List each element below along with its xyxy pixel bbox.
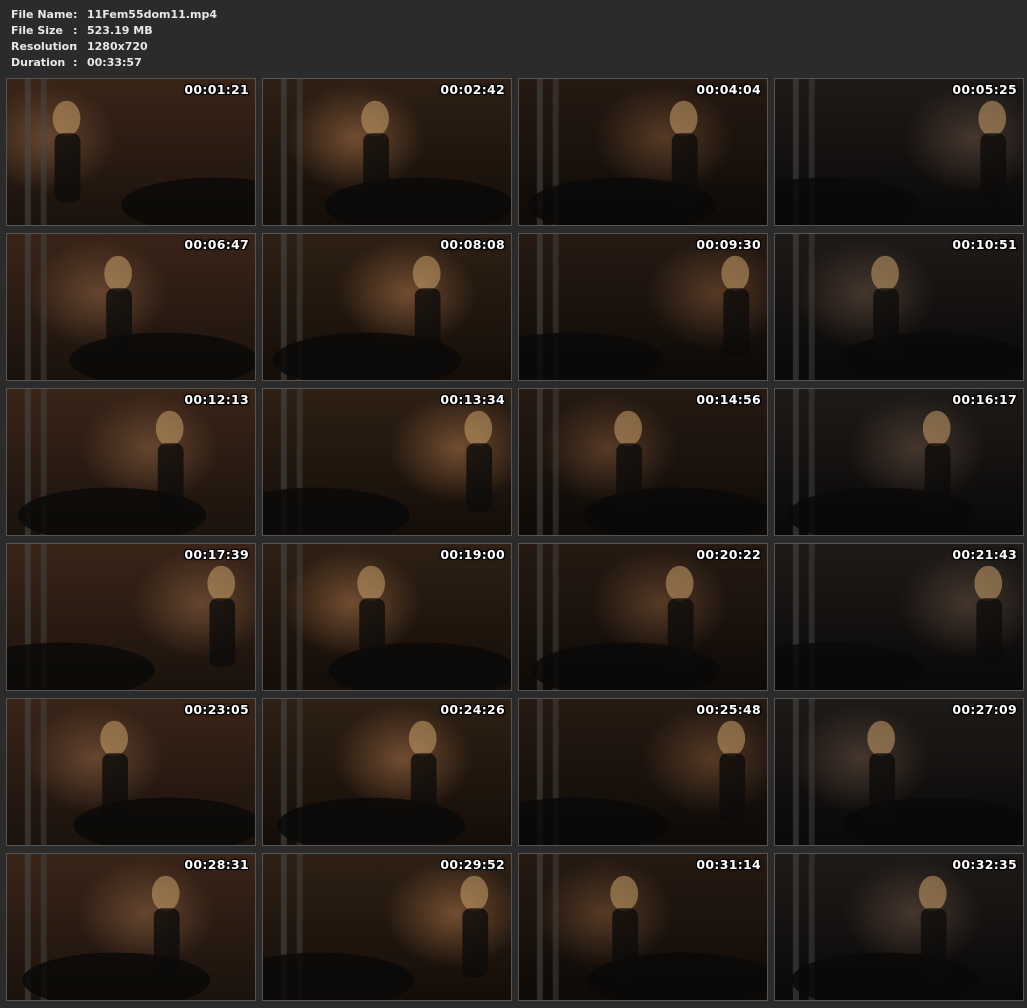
resolution-label: Resolution xyxy=(11,40,78,53)
thumbnail-image xyxy=(775,544,1023,690)
thumbnail-image xyxy=(775,699,1023,845)
thumbnail[interactable]: 00:19:00 xyxy=(262,543,512,691)
thumbnail-timestamp: 00:12:13 xyxy=(184,392,249,407)
thumbnail-timestamp: 00:08:08 xyxy=(440,237,505,252)
duration-label: Duration xyxy=(11,56,66,69)
thumbnail-timestamp: 00:05:25 xyxy=(952,82,1017,97)
thumbnail-timestamp: 00:31:14 xyxy=(696,857,761,872)
thumbnail-timestamp: 00:27:09 xyxy=(952,702,1017,717)
thumbnail[interactable]: 00:14:56 xyxy=(518,388,768,536)
thumbnail-timestamp: 00:29:52 xyxy=(440,857,505,872)
thumbnail-timestamp: 00:23:05 xyxy=(184,702,249,717)
thumbnail-image xyxy=(775,234,1023,380)
thumbnail-image xyxy=(775,389,1023,535)
duration-separator: : xyxy=(73,56,78,69)
thumbnail-timestamp: 00:13:34 xyxy=(440,392,505,407)
thumbnail-image xyxy=(263,544,511,690)
thumbnail-timestamp: 00:01:21 xyxy=(184,82,249,97)
thumbnail-timestamp: 00:19:00 xyxy=(440,547,505,562)
thumbnail-image xyxy=(775,79,1023,225)
thumbnail-image xyxy=(7,544,255,690)
thumbnail[interactable]: 00:32:35 xyxy=(774,853,1024,1001)
thumbnail-timestamp: 00:02:42 xyxy=(440,82,505,97)
thumbnail[interactable]: 00:29:52 xyxy=(262,853,512,1001)
thumbnail[interactable]: 00:05:25 xyxy=(774,78,1024,226)
thumbnail[interactable]: 00:06:47 xyxy=(6,233,256,381)
file-size-row: File Size : 523.19 MB xyxy=(11,23,217,39)
thumbnail-image xyxy=(519,234,767,380)
thumbnail[interactable]: 00:31:14 xyxy=(518,853,768,1001)
thumbnail-image xyxy=(263,854,511,1000)
thumbnail[interactable]: 00:25:48 xyxy=(518,698,768,846)
thumbnail-image xyxy=(519,854,767,1000)
file-name-separator: : xyxy=(73,8,78,21)
resolution-separator: : xyxy=(73,40,78,53)
thumbnail-image xyxy=(7,854,255,1000)
thumbnail-image xyxy=(263,79,511,225)
thumbnail-timestamp: 00:16:17 xyxy=(952,392,1017,407)
thumbnail-image xyxy=(519,544,767,690)
thumbnail-image xyxy=(7,699,255,845)
thumbnail-timestamp: 00:20:22 xyxy=(696,547,761,562)
thumbnail[interactable]: 00:16:17 xyxy=(774,388,1024,536)
thumbnail[interactable]: 00:23:05 xyxy=(6,698,256,846)
thumbnail-timestamp: 00:25:48 xyxy=(696,702,761,717)
thumbnail-image xyxy=(519,389,767,535)
thumbnail[interactable]: 00:12:13 xyxy=(6,388,256,536)
thumbnail-timestamp: 00:14:56 xyxy=(696,392,761,407)
resolution-value: 1280x720 xyxy=(87,40,148,53)
thumbnail[interactable]: 00:10:51 xyxy=(774,233,1024,381)
file-info-panel: File Name : 11Fem55dom11.mp4 File Size :… xyxy=(11,7,217,71)
thumbnail[interactable]: 00:01:21 xyxy=(6,78,256,226)
file-name-value: 11Fem55dom11.mp4 xyxy=(87,8,217,21)
thumbnail-timestamp: 00:21:43 xyxy=(952,547,1017,562)
thumbnail[interactable]: 00:24:26 xyxy=(262,698,512,846)
thumbnail-timestamp: 00:10:51 xyxy=(952,237,1017,252)
thumbnail-image xyxy=(775,854,1023,1000)
thumbnail-timestamp: 00:17:39 xyxy=(184,547,249,562)
file-size-value: 523.19 MB xyxy=(87,24,153,37)
thumbnail[interactable]: 00:09:30 xyxy=(518,233,768,381)
thumbnail[interactable]: 00:04:04 xyxy=(518,78,768,226)
thumbnail-image xyxy=(519,699,767,845)
file-name-label: File Name xyxy=(11,8,73,21)
thumbnail[interactable]: 00:02:42 xyxy=(262,78,512,226)
thumbnail[interactable]: 00:20:22 xyxy=(518,543,768,691)
thumbnail[interactable]: 00:28:31 xyxy=(6,853,256,1001)
thumbnail[interactable]: 00:08:08 xyxy=(262,233,512,381)
thumbnail[interactable]: 00:27:09 xyxy=(774,698,1024,846)
thumbnail-image xyxy=(7,389,255,535)
duration-row: Duration : 00:33:57 xyxy=(11,55,217,71)
thumbnail-image xyxy=(263,699,511,845)
thumbnail[interactable]: 00:17:39 xyxy=(6,543,256,691)
resolution-row: Resolution : 1280x720 xyxy=(11,39,217,55)
thumbnail[interactable]: 00:13:34 xyxy=(262,388,512,536)
thumbnail-timestamp: 00:09:30 xyxy=(696,237,761,252)
file-name-row: File Name : 11Fem55dom11.mp4 xyxy=(11,7,217,23)
duration-value: 00:33:57 xyxy=(87,56,142,69)
file-size-label: File Size xyxy=(11,24,63,37)
thumbnail-image xyxy=(7,234,255,380)
thumbnail-timestamp: 00:32:35 xyxy=(952,857,1017,872)
thumbnail-image xyxy=(263,234,511,380)
thumbnail[interactable]: 00:21:43 xyxy=(774,543,1024,691)
thumbnail-image xyxy=(519,79,767,225)
thumbnail-image xyxy=(7,79,255,225)
thumbnail-timestamp: 00:24:26 xyxy=(440,702,505,717)
thumbnail-image xyxy=(263,389,511,535)
thumbnail-timestamp: 00:28:31 xyxy=(184,857,249,872)
file-size-separator: : xyxy=(73,24,78,37)
thumbnail-timestamp: 00:04:04 xyxy=(696,82,761,97)
thumbnail-grid: 00:01:21 00:02:42 00:04:04 00:05:25 00:06:47… xyxy=(6,78,1024,1001)
thumbnail-timestamp: 00:06:47 xyxy=(184,237,249,252)
